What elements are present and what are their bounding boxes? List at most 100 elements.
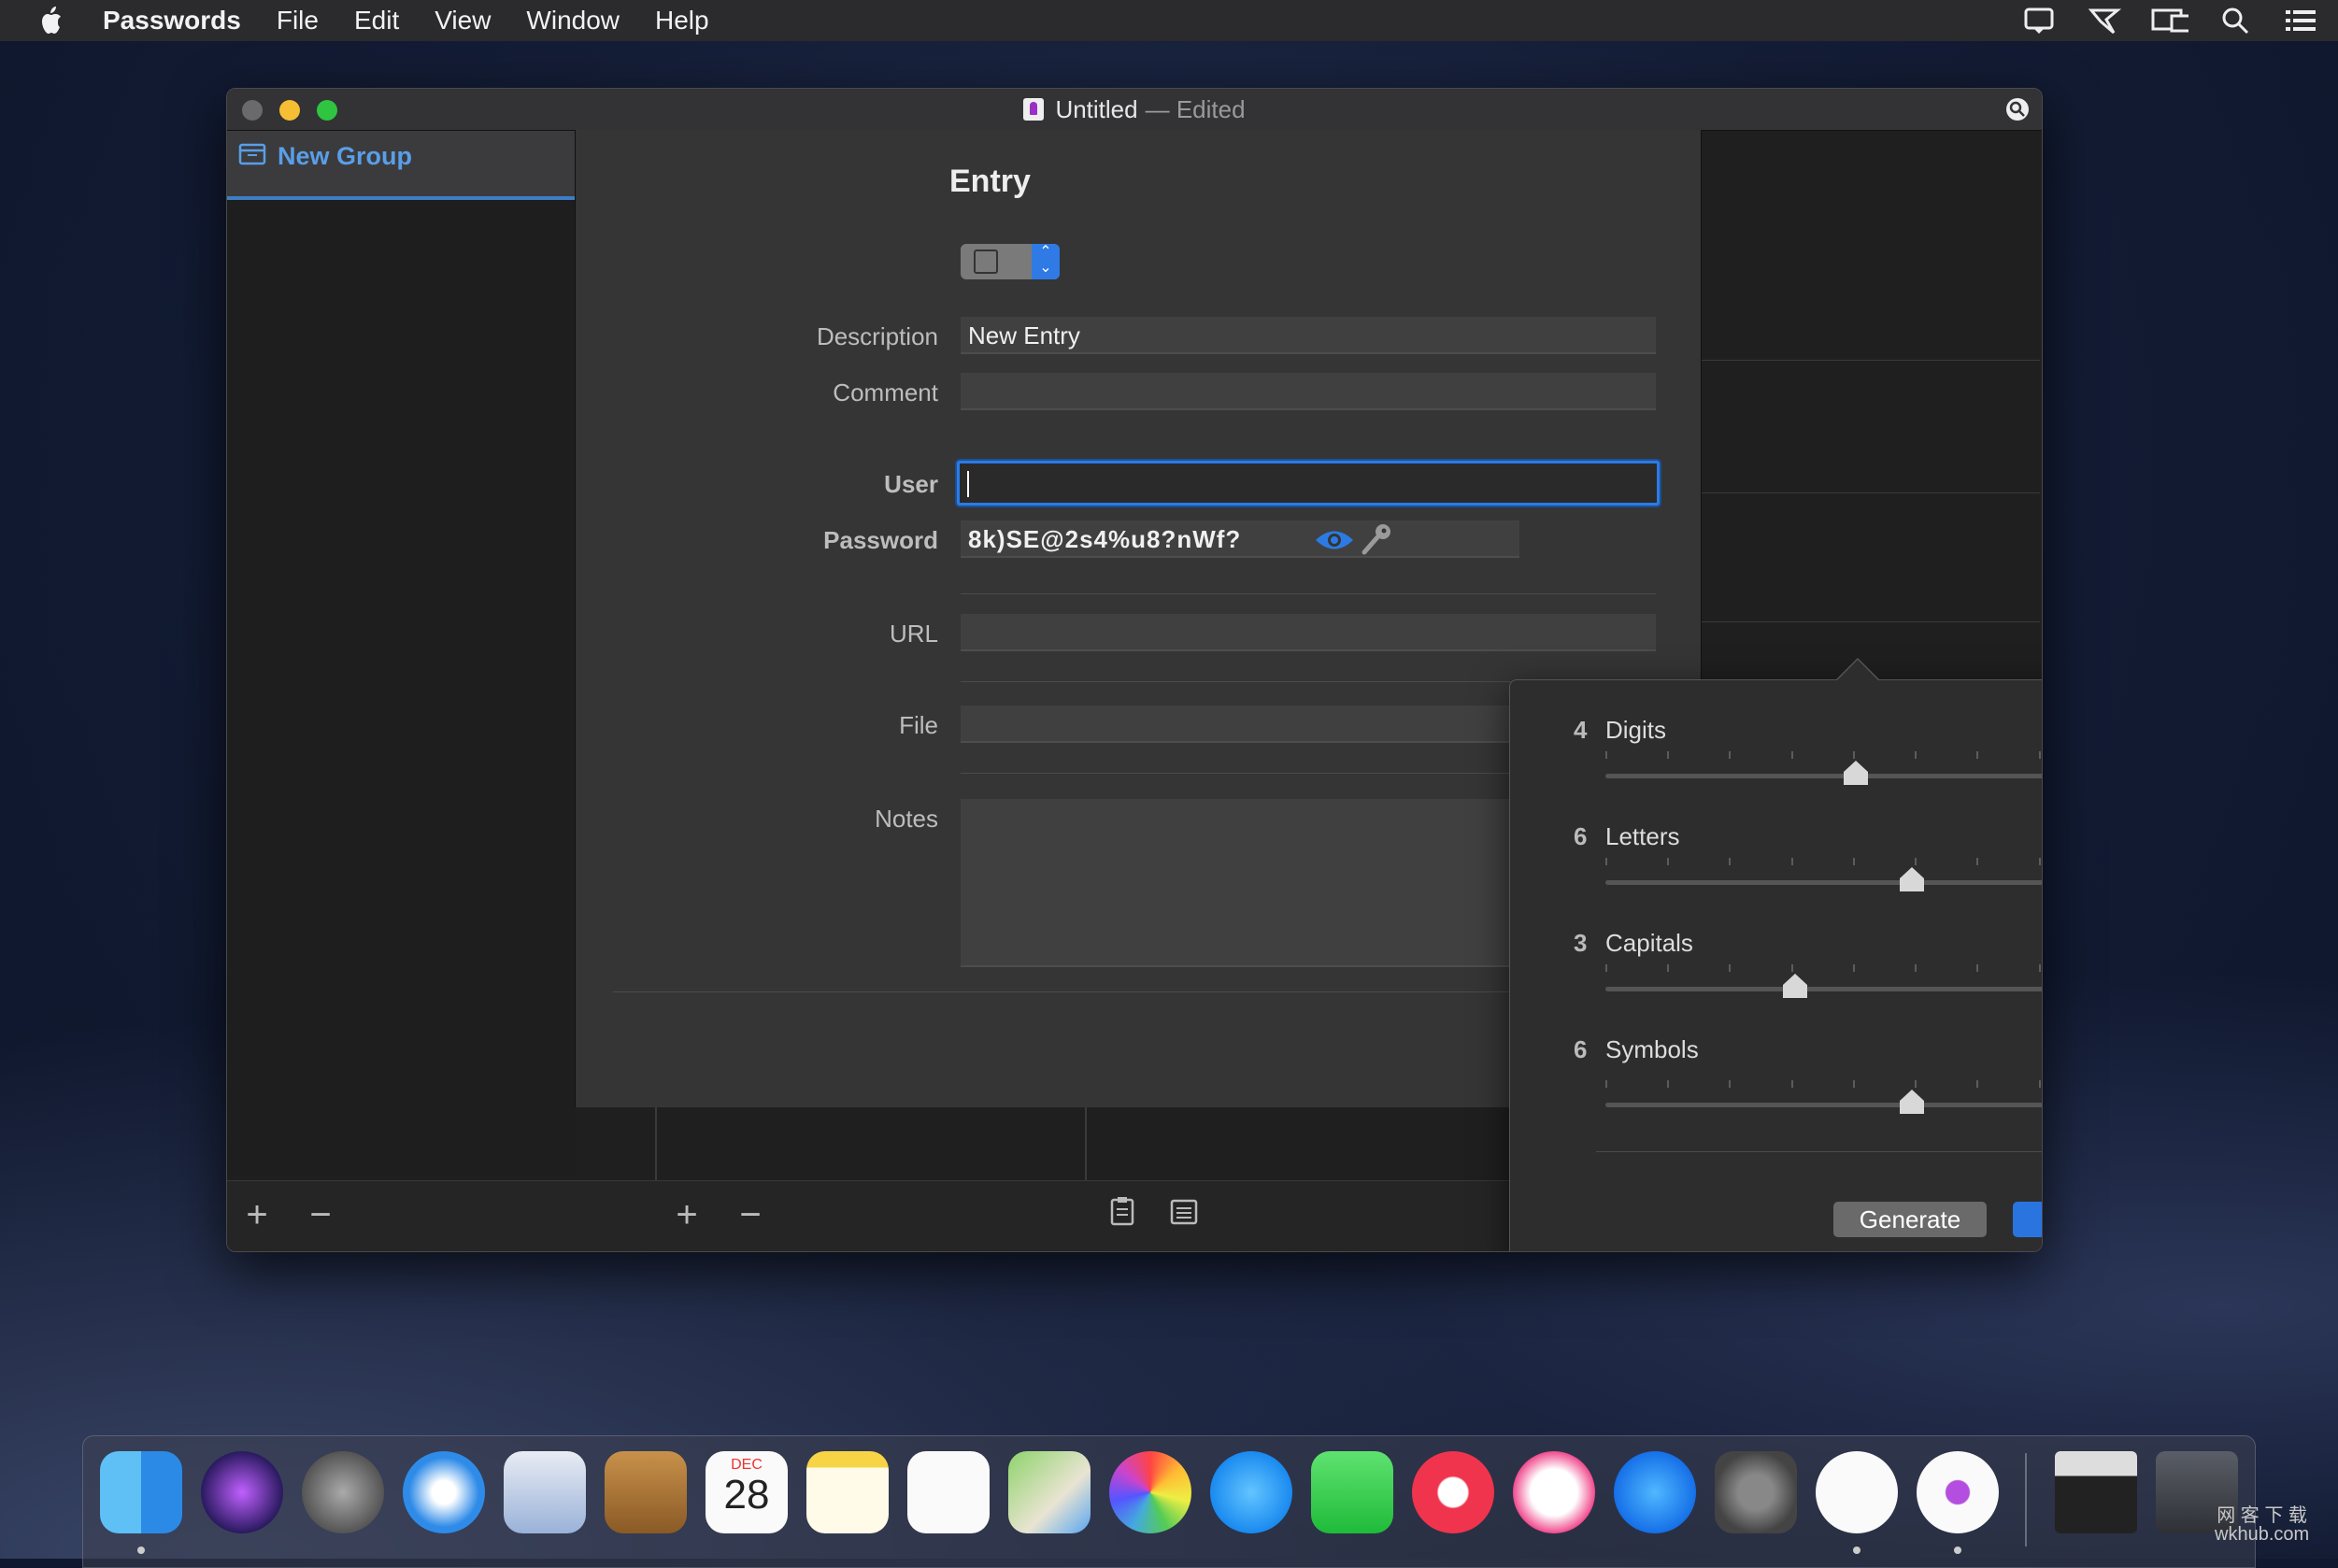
photos-icon[interactable] (1109, 1451, 1191, 1533)
symbols-slider-thumb[interactable] (1898, 1088, 1926, 1116)
groups-sidebar: New Group (227, 131, 575, 1176)
passwords-window: Untitled — Edited New Group Entry ⌃ ⌄ Des… (226, 88, 2043, 1252)
password-underline (961, 593, 1656, 594)
url-field[interactable] (961, 614, 1656, 651)
menu-view[interactable]: View (435, 6, 491, 36)
notes-icon[interactable] (806, 1451, 889, 1533)
contacts-icon[interactable] (605, 1451, 687, 1533)
digits-slider-thumb[interactable] (1842, 759, 1870, 787)
description-field[interactable]: New Entry (961, 317, 1656, 354)
mail-icon[interactable] (504, 1451, 586, 1533)
watermark-line1: 网 客 下 载 (2217, 1505, 2307, 1526)
slider-tick (1852, 751, 1855, 759)
user-label: User (884, 470, 938, 498)
reminders-icon[interactable] (907, 1451, 990, 1533)
key-icon[interactable] (1359, 520, 1396, 558)
window-minimize-button[interactable] (279, 100, 300, 121)
user-field[interactable] (957, 461, 1660, 506)
add-entry-button[interactable]: + (668, 1194, 706, 1235)
group-label: New Group (278, 142, 413, 170)
add-group-button[interactable]: + (238, 1194, 276, 1235)
menu-help[interactable]: Help (655, 6, 709, 36)
slider-tick (1667, 1080, 1670, 1088)
slider-tick (2038, 751, 2041, 759)
digits-slider-track[interactable] (1605, 774, 2042, 778)
siri-icon[interactable] (201, 1451, 283, 1533)
music-icon[interactable] (1513, 1451, 1595, 1533)
window-close-button[interactable] (242, 100, 263, 121)
chevron-updown-icon: ⌃ ⌄ (1032, 244, 1060, 279)
password-field[interactable]: 8k)SE@2s4%u8?nWf? (961, 520, 1519, 558)
list-divider (1700, 621, 2040, 622)
downloads-stack-icon[interactable] (2055, 1451, 2137, 1533)
facetime-icon[interactable] (1311, 1451, 1393, 1533)
slider-tick (1915, 1080, 1917, 1088)
letters-slider-track[interactable] (1605, 880, 2042, 885)
slider-tick (1852, 964, 1855, 972)
symbols-slider-track[interactable] (1605, 1103, 2042, 1107)
search-icon[interactable] (2006, 98, 2029, 121)
passwords-icon[interactable] (1917, 1451, 1999, 1533)
dock-separator (2025, 1453, 2027, 1547)
slider-tick (2038, 858, 2041, 865)
running-indicator (1853, 1547, 1860, 1554)
airplay-icon[interactable] (2086, 4, 2123, 37)
title-bar[interactable]: Untitled — Edited (227, 89, 2042, 131)
menu-window[interactable]: Window (526, 6, 620, 36)
messages-icon[interactable] (1210, 1451, 1292, 1533)
menu-bar: Passwords File Edit View Window Help (0, 0, 2338, 41)
slider-tick (1915, 751, 1917, 759)
slider-tick (1667, 751, 1670, 759)
window-edited-label: — Edited (1145, 94, 1246, 123)
calendar-icon[interactable]: DEC 28 (706, 1451, 788, 1533)
eye-icon[interactable] (1312, 526, 1357, 554)
slider-ticks (1605, 964, 2042, 974)
window-zoom-button[interactable] (317, 100, 337, 121)
slider-tick (1915, 858, 1917, 865)
maps-icon[interactable] (1008, 1451, 1091, 1533)
news-icon[interactable] (1412, 1451, 1494, 1533)
menu-file[interactable]: File (277, 6, 319, 36)
entry-type-popup[interactable]: ⌃ ⌄ (961, 244, 1060, 279)
slider-tick (1976, 751, 1979, 759)
slider-tick (1915, 964, 1917, 972)
sidebar-item-new-group[interactable]: New Group (227, 131, 575, 200)
apple-menu-icon[interactable] (34, 2, 71, 39)
app-store-icon[interactable] (1614, 1451, 1696, 1533)
slider-tick (1790, 964, 1793, 972)
menu-status-area (2020, 4, 2319, 37)
remove-group-button[interactable]: − (302, 1194, 339, 1235)
document-proxy-icon[interactable] (1023, 98, 1045, 121)
finder-icon[interactable] (100, 1451, 182, 1533)
ok-button[interactable]: OK (2013, 1202, 2042, 1237)
capitals-slider-thumb[interactable] (1781, 972, 1809, 1000)
display-icon[interactable] (2151, 4, 2188, 37)
comment-field[interactable] (961, 373, 1656, 410)
list-divider (1700, 492, 2040, 493)
slider-tick (1729, 751, 1732, 759)
password-generator-popover: 4 Digits 6 Letters 3 Capitals 6 Symbols (1509, 658, 2042, 1251)
remove-entry-button[interactable]: − (732, 1194, 769, 1235)
dock: DEC 28 (82, 1435, 2256, 1568)
pencil-app-icon[interactable] (1816, 1451, 1898, 1533)
letters-slider-thumb[interactable] (1898, 865, 1926, 893)
spotlight-icon[interactable] (2217, 4, 2254, 37)
control-list-icon[interactable] (2282, 4, 2319, 37)
slider-ticks (1605, 751, 2042, 761)
slider-tick (1667, 964, 1670, 972)
menu-edit[interactable]: Edit (354, 6, 399, 36)
notifications-icon[interactable] (2020, 4, 2058, 37)
clipboard-icon[interactable] (1104, 1194, 1141, 1235)
slider-tick (2038, 1080, 2041, 1088)
url-label: URL (889, 620, 938, 648)
generate-button[interactable]: Generate (1833, 1202, 1987, 1237)
watermark-line2: wkhub.com (2215, 1524, 2310, 1545)
capitals-count: 3 (1574, 929, 1588, 957)
password-value: 8k)SE@2s4%u8?nWf? (968, 525, 1242, 553)
safari-icon[interactable] (403, 1451, 485, 1533)
capitals-slider-track[interactable] (1605, 987, 2042, 991)
details-icon[interactable] (1165, 1194, 1203, 1235)
launchpad-icon[interactable] (302, 1451, 384, 1533)
system-preferences-icon[interactable] (1715, 1451, 1797, 1533)
menu-app-name[interactable]: Passwords (103, 6, 241, 36)
